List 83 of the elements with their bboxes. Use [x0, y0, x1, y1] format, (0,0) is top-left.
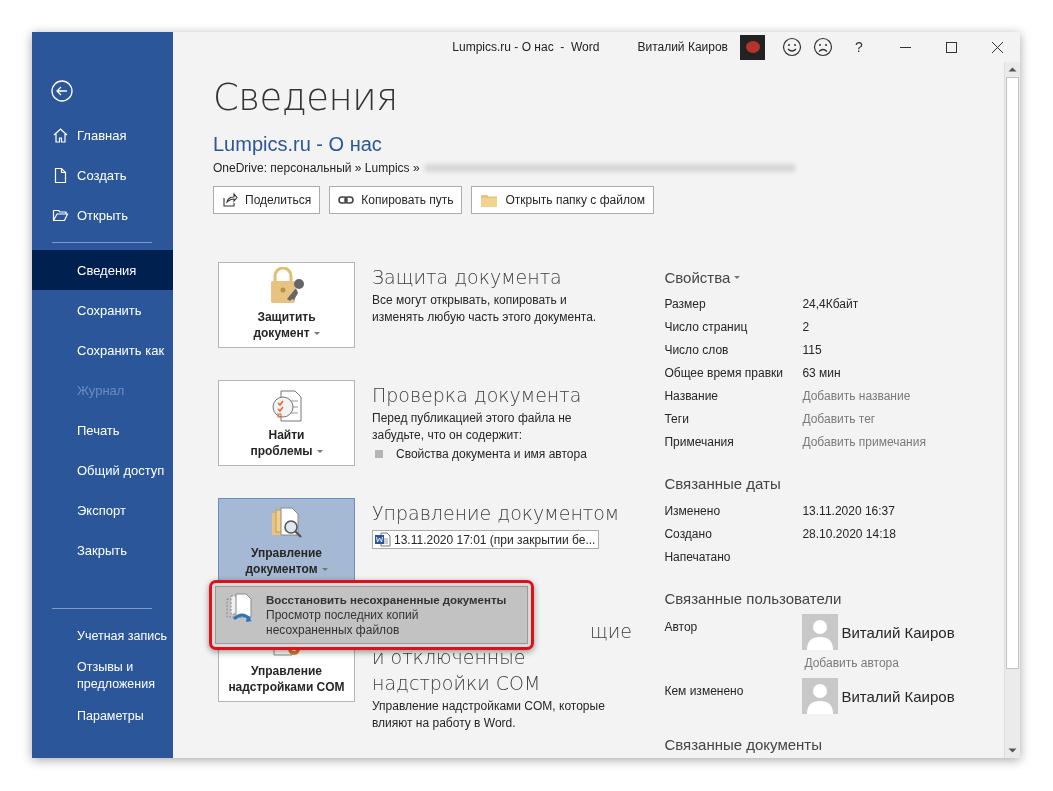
- section-description: Перед публикацией этого файла не забудьте, что он содержит:: [372, 410, 573, 444]
- section-heading: Проверка документа: [372, 384, 582, 406]
- bullet-icon: [375, 450, 383, 458]
- sidebar-item-label: Главная: [77, 127, 127, 143]
- user-name[interactable]: Виталий Каиров: [637, 40, 728, 54]
- action-button[interactable]: Поделиться: [213, 186, 321, 214]
- frown-icon[interactable]: [813, 37, 833, 57]
- checklist-icon: [270, 389, 303, 423]
- document-title: Lumpics.ru - О нас: [213, 132, 383, 156]
- action-button[interactable]: Копировать путь: [329, 186, 463, 214]
- sidebar-item[interactable]: Отзывы и предложения: [32, 656, 173, 696]
- page-heading: Сведения: [213, 76, 399, 120]
- section-button[interactable]: Защитить документ: [218, 262, 355, 348]
- section-heading: Управление документом: [372, 502, 620, 524]
- file-path: OneDrive: персональный » Lumpics »: [213, 161, 420, 175]
- person-name[interactable]: Виталий Каиров: [841, 623, 955, 641]
- person-avatar-icon: [802, 678, 839, 714]
- sidebar-item[interactable]: Сохранить: [32, 290, 173, 330]
- version-item[interactable]: 13.11.2020 17:01 (при закрытии бе...: [372, 530, 600, 549]
- bullet-text: Свойства документа и имя автора: [396, 447, 587, 461]
- menu-item-title: Восстановить несохраненные документы: [266, 593, 507, 608]
- property-label: Примечания: [664, 434, 735, 449]
- properties-heading[interactable]: Свойства: [664, 269, 1004, 286]
- user-avatar[interactable]: [740, 34, 765, 60]
- sidebar-item[interactable]: Сохранить как: [32, 330, 173, 370]
- window-title: Lumpics.ru - О нас - Word: [452, 40, 600, 54]
- date-value: 28.10.2020 14:18: [802, 526, 896, 541]
- date-label: Изменено: [664, 503, 722, 518]
- property-add-link[interactable]: Добавить тег: [802, 411, 876, 426]
- help-button[interactable]: ?: [844, 39, 874, 55]
- section-button[interactable]: Найти проблемы: [218, 380, 355, 466]
- sidebar-item[interactable]: Закрыть: [32, 530, 173, 570]
- person-avatar-icon: [802, 614, 839, 650]
- close-icon: [991, 41, 1003, 53]
- sidebar-item[interactable]: Сведения: [32, 250, 173, 290]
- date-label: Создано: [664, 526, 713, 541]
- person-label: Кем изменено: [664, 684, 745, 698]
- section-heading: и отключенные: [372, 646, 526, 668]
- dates-heading: Связанные даты: [664, 475, 782, 492]
- add-author-link[interactable]: Добавить автора: [804, 656, 955, 670]
- sidebar-item[interactable]: Открыть: [32, 195, 173, 235]
- property-label: Число слов: [664, 342, 730, 357]
- sidebar-item[interactable]: Создать: [32, 155, 173, 195]
- date-label: Напечатано: [664, 549, 732, 564]
- property-value: 63 мин: [802, 365, 841, 380]
- sidebar-item[interactable]: Экспорт: [32, 490, 173, 530]
- property-label: Общее время правки: [664, 365, 785, 380]
- people-heading: Связанные пользователи: [664, 590, 843, 607]
- property-label: Размер: [664, 296, 707, 311]
- recover-menu-item[interactable]: Восстановить несохраненные документы Просмотр последних копий несохраненных файлов: [215, 586, 528, 644]
- smiley-icon[interactable]: [782, 37, 802, 57]
- property-value: 115: [802, 342, 822, 357]
- scrollbar[interactable]: [1004, 62, 1020, 758]
- section-description: Управление надстройками COM, которые влияют на работу в Word.: [372, 698, 606, 732]
- property-add-link[interactable]: Добавить примечания: [802, 434, 926, 449]
- action-button[interactable]: Открыть папку с файлом: [471, 186, 654, 214]
- property-label: Число страниц: [664, 319, 749, 334]
- sidebar-item-label: Открыть: [77, 207, 129, 223]
- sidebar-item[interactable]: Печать: [32, 410, 173, 450]
- related-documents-heading: Связанные документы: [664, 736, 823, 753]
- section-heading: Защита документа: [372, 266, 562, 288]
- property-label: Название: [664, 388, 720, 403]
- property-value: 24,4Кбайт: [802, 296, 859, 311]
- folder-icon: [480, 192, 499, 208]
- sidebar-item-label: Создать: [77, 167, 127, 183]
- home-icon: [52, 126, 69, 144]
- sidebar-item[interactable]: Учетная запись: [32, 616, 173, 656]
- sidebar-item[interactable]: Параметры: [32, 696, 173, 736]
- property-label: Теги: [664, 411, 690, 426]
- person-label: Автор: [664, 620, 699, 634]
- property-value: 2: [802, 319, 810, 334]
- section-heading: щие: [590, 620, 633, 642]
- section-description: Все могут открывать, копировать и изменять любую часть этого документа.: [372, 292, 598, 326]
- sidebar-item[interactable]: Общий доступ: [32, 450, 173, 490]
- sidebar-item[interactable]: Главная: [32, 115, 173, 155]
- date-value: 13.11.2020 16:37: [802, 503, 895, 518]
- document-icon: [52, 166, 69, 184]
- share-icon: [222, 192, 238, 208]
- maximize-icon: [945, 41, 957, 53]
- section-heading: надстройки COM: [372, 672, 541, 694]
- person-name[interactable]: Виталий Каиров: [841, 687, 955, 705]
- word-document-icon: [375, 532, 391, 547]
- property-add-link[interactable]: Добавить название: [802, 388, 911, 403]
